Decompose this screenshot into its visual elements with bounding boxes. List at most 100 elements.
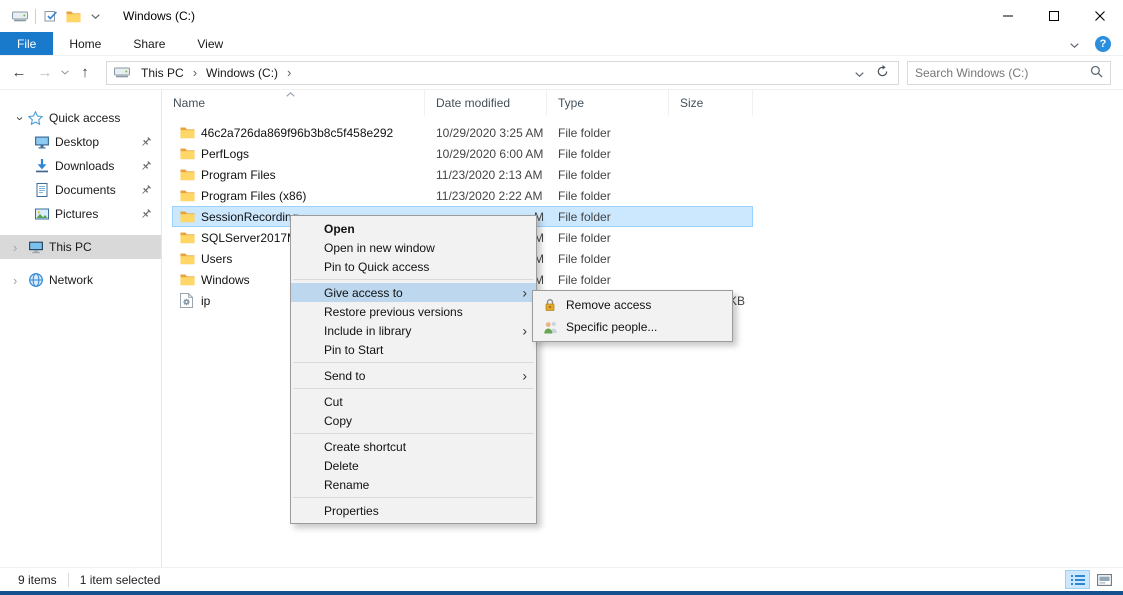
file-row-program-files[interactable]: Program Files11/23/2020 2:13 AMFile fold… [172,164,753,185]
context-menu-item-include-in-library[interactable]: Include in library› [291,321,536,340]
sidebar-item-quick-access[interactable]: › Quick access [0,106,161,130]
new-folder-toolbar-icon[interactable] [62,5,84,27]
menu-separator [293,279,534,280]
chevron-collapsed-icon[interactable]: › [13,273,28,288]
up-button[interactable]: ↑ [72,60,98,86]
file-row-perflogs[interactable]: PerfLogs10/29/2020 6:00 AMFile folder [172,143,753,164]
file-size [669,143,753,164]
column-header-size[interactable]: Size [669,90,753,116]
pin-icon [140,160,152,175]
context-menu-item-pin-to-quick-access[interactable]: Pin to Quick access [291,257,536,276]
file-size [669,185,753,206]
window-title: Windows (C:) [123,9,195,23]
breadcrumb: This PC›Windows (C:)› [136,62,295,84]
breadcrumb-chevron-icon[interactable]: › [283,65,295,80]
context-menu-item-pin-to-start[interactable]: Pin to Start [291,340,536,359]
properties-toolbar-icon[interactable] [40,5,62,27]
file-type: File folder [547,269,669,290]
location-icon [107,66,136,79]
sidebar-item-network[interactable]: › Network [0,268,161,292]
chevron-expanded-icon[interactable]: › [13,111,28,126]
search-input[interactable] [915,66,1090,80]
menu-item-label: Create shortcut [324,440,406,454]
column-header-label: Name [173,96,205,110]
file-row-program-files-x86[interactable]: Program Files (x86)11/23/2020 2:22 AMFil… [172,185,753,206]
submenu-arrow-icon: › [522,285,527,299]
expand-ribbon-icon[interactable] [1070,37,1079,51]
close-button[interactable] [1077,0,1123,32]
file-type: File folder [547,206,669,227]
forward-button[interactable]: → [32,60,58,86]
toolbar-divider [35,9,36,24]
search-icon[interactable] [1090,65,1103,81]
column-header-date-modified[interactable]: Date modified [425,90,547,116]
file-type: File folder [547,122,669,143]
context-menu-item-open[interactable]: Open [291,219,536,238]
column-header-label: Type [558,96,584,110]
search-box [907,61,1111,85]
quick-access-star-icon [28,111,49,125]
sidebar-item-this-pc[interactable]: › This PC [0,235,161,259]
context-menu-item-delete[interactable]: Delete [291,456,536,475]
context-menu-item-restore-previous-versions[interactable]: Restore previous versions [291,302,536,321]
sidebar-item-desktop[interactable]: Desktop [0,130,161,154]
menu-item-label: Pin to Quick access [324,260,429,274]
desktop-icon [34,134,55,150]
menu-separator [293,362,534,363]
tab-file[interactable]: File [0,32,53,55]
minimize-button[interactable] [985,0,1031,32]
folder-icon [180,231,201,244]
details-view-button[interactable] [1065,570,1090,589]
file-type: File folder [547,143,669,164]
breadcrumb-chevron-icon[interactable]: › [189,65,201,80]
breadcrumb-item-windows-c[interactable]: Windows (C:) [201,66,283,80]
back-button[interactable]: ← [6,60,32,86]
context-menu-item-open-in-new-window[interactable]: Open in new window [291,238,536,257]
large-icons-view-button[interactable] [1092,570,1117,589]
file-row-46c2a726da869f96b3b8c5f458e292[interactable]: 46c2a726da869f96b3b8c5f458e29210/29/2020… [172,122,753,143]
submenu-item-remove-access[interactable]: Remove access [533,294,732,316]
context-menu-item-give-access-to[interactable]: Give access to› [291,283,536,302]
file-size [669,122,753,143]
context-menu-item-cut[interactable]: Cut [291,392,536,411]
pin-icon [140,208,152,223]
submenu-item-specific-people[interactable]: Specific people... [533,316,732,338]
folder-icon [180,168,201,181]
column-header-type[interactable]: Type [547,90,669,116]
maximize-button[interactable] [1031,0,1077,32]
lock-icon [542,298,558,312]
chevron-collapsed-icon[interactable]: › [13,240,28,255]
network-icon [28,272,49,288]
recent-locations-dropdown-icon[interactable] [58,70,72,75]
breadcrumb-item-this-pc[interactable]: This PC [136,66,189,80]
sidebar-item-label: Network [49,273,93,287]
context-menu-item-send-to[interactable]: Send to› [291,366,536,385]
tab-share[interactable]: Share [117,32,181,55]
menu-item-label: Copy [324,414,352,428]
refresh-icon[interactable] [876,65,889,81]
give-access-to-submenu: Remove accessSpecific people... [532,290,733,342]
view-toggle-buttons [1065,570,1117,589]
context-menu-item-rename[interactable]: Rename [291,475,536,494]
file-name: Users [201,252,232,266]
address-dropdown-icon[interactable] [855,66,864,80]
sidebar-item-downloads[interactable]: Downloads [0,154,161,178]
file-type: File folder [547,227,669,248]
context-menu-item-create-shortcut[interactable]: Create shortcut [291,437,536,456]
file-size [669,269,753,290]
pin-icon [140,136,152,151]
help-icon[interactable]: ? [1095,36,1111,52]
sidebar-item-documents[interactable]: Documents [0,178,161,202]
menu-separator [293,388,534,389]
sidebar-item-pictures[interactable]: Pictures [0,202,161,226]
submenu-arrow-icon: › [522,323,527,337]
customize-toolbar-dropdown-icon[interactable] [91,14,100,19]
address-bar[interactable]: This PC›Windows (C:)› [106,61,899,85]
column-header-name[interactable]: Name [162,90,425,116]
menu-item-label: Cut [324,395,343,409]
context-menu-item-copy[interactable]: Copy [291,411,536,430]
tab-view[interactable]: View [181,32,239,55]
file-size [669,206,753,227]
context-menu-item-properties[interactable]: Properties [291,501,536,520]
tab-home[interactable]: Home [53,32,117,55]
